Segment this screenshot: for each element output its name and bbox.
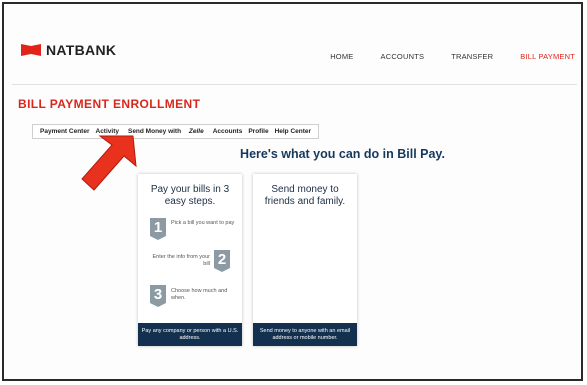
pay-bills-card: Pay your bills in 3 easy steps. 1 Pick a… xyxy=(138,174,242,346)
top-navigation: HOME ACCOUNTS TRANSFER BILL PAYMENT xyxy=(303,52,575,61)
step-1-text: Pick a bill you want to pay xyxy=(171,220,235,226)
step-3-text: Choose how much and when. xyxy=(171,288,228,301)
browser-frame: NATBANK HOME ACCOUNTS TRANSFER BILL PAYM… xyxy=(2,2,583,381)
nav-bill-payment[interactable]: BILL PAYMENT xyxy=(520,52,575,61)
nav-transfer[interactable]: TRANSFER xyxy=(451,52,493,61)
flag-logo-icon xyxy=(21,44,41,56)
send-money-card: Send money to friends and family. Send m… xyxy=(253,174,357,346)
send-money-card-title: Send money to friends and family. xyxy=(264,184,346,207)
step-2-text: Enter the info from your bill xyxy=(152,254,210,267)
step-1-badge: 1 xyxy=(150,218,166,240)
nav-home[interactable]: HOME xyxy=(330,52,353,61)
red-pointer-arrow-icon xyxy=(81,135,137,191)
subnav-profile[interactable]: Profile xyxy=(248,128,268,135)
subnav-help-center[interactable]: Help Center xyxy=(275,128,311,135)
nav-accounts[interactable]: ACCOUNTS xyxy=(381,52,425,61)
brand-logo[interactable]: NATBANK xyxy=(20,42,116,58)
bill-pay-subnav: Payment Center Activity Send Money with … xyxy=(32,124,320,139)
send-money-card-footer[interactable]: Send money to anyone with an email addre… xyxy=(253,323,357,346)
brand-name: NATBANK xyxy=(46,42,117,58)
zelle-logo: Zelle xyxy=(188,128,204,135)
step-3-badge: 3 xyxy=(150,285,166,307)
step-2-badge: 2 xyxy=(214,250,230,272)
subnav-accounts[interactable]: Accounts xyxy=(213,128,243,135)
site-header: NATBANK HOME ACCOUNTS TRANSFER BILL PAYM… xyxy=(4,4,581,84)
header-divider xyxy=(12,84,577,85)
pay-bills-card-footer[interactable]: Pay any company or person with a U.S. ad… xyxy=(138,323,242,346)
pay-bills-card-title: Pay your bills in 3 easy steps. xyxy=(150,184,230,207)
page-title: BILL PAYMENT ENROLLMENT xyxy=(18,97,201,111)
bill-pay-headline: Here's what you can do in Bill Pay. xyxy=(240,147,445,161)
